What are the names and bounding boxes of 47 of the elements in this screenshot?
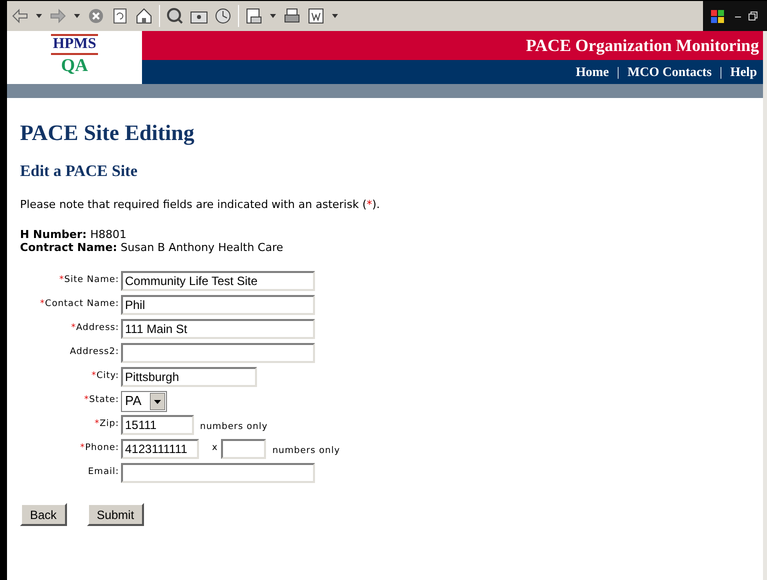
field-hint: numbers only — [272, 444, 340, 458]
required-note: Please note that required fields are indicated with an asterisk (*). — [20, 198, 381, 212]
field-label: *Zip: — [94, 418, 119, 432]
nav-link[interactable]: Home — [576, 62, 609, 82]
nav-link[interactable]: MCO Contacts — [628, 62, 712, 82]
logo-text: HPMS — [50, 34, 98, 55]
refresh-icon[interactable] — [111, 7, 129, 25]
input-field[interactable]: Community Life Test Site — [121, 271, 315, 291]
input-field[interactable]: 15111 — [121, 415, 194, 435]
windows-logo-icon — [709, 7, 727, 25]
field-label: *Site Name: — [59, 274, 119, 288]
input-field[interactable] — [121, 343, 315, 363]
printer-icon[interactable] — [283, 7, 301, 25]
section-title: Edit a PACE Site — [20, 162, 138, 182]
input-field[interactable]: 4123111111 — [121, 439, 199, 459]
info-line: Contract Name: Susan B Anthony Health Care — [20, 241, 284, 254]
extension-label: x — [212, 442, 218, 456]
input-field[interactable]: Pittsburgh — [121, 367, 257, 387]
extension-field[interactable] — [221, 439, 266, 459]
nav-link[interactable]: Help — [730, 62, 757, 82]
document-icon[interactable] — [307, 7, 325, 25]
field-label: Address2: — [70, 346, 119, 360]
stop-icon[interactable] — [87, 7, 105, 25]
info-line: H Number: H8801 — [20, 228, 128, 241]
field-label: *City: — [91, 370, 119, 384]
state-dropdown[interactable]: PA — [121, 390, 167, 412]
search-icon[interactable] — [166, 7, 184, 25]
logo-text: QA — [61, 55, 88, 75]
form-button[interactable]: Submit — [86, 503, 144, 526]
dropdown-arrow-icon[interactable] — [150, 392, 165, 410]
field-label: Email: — [88, 466, 119, 480]
nav-separator: | — [616, 63, 621, 82]
home-icon[interactable] — [135, 7, 153, 25]
clock-icon[interactable] — [214, 7, 232, 25]
field-label: *Contact Name: — [40, 298, 119, 312]
input-field[interactable] — [121, 463, 315, 483]
back-icon[interactable] — [11, 7, 29, 25]
input-field[interactable]: Phil — [121, 295, 315, 315]
field-label: *State: — [84, 394, 119, 408]
nav-separator: | — [718, 63, 724, 82]
field-label: *Phone: — [80, 442, 119, 456]
field-label: *Address: — [71, 322, 119, 336]
input-field[interactable]: 111 Main St — [121, 319, 315, 339]
form-button[interactable]: Back — [20, 503, 67, 526]
field-hint: numbers only — [200, 420, 268, 434]
page-title: PACE Site Editing — [20, 120, 196, 146]
site-title: PACE Organization Monitoring — [526, 34, 759, 57]
